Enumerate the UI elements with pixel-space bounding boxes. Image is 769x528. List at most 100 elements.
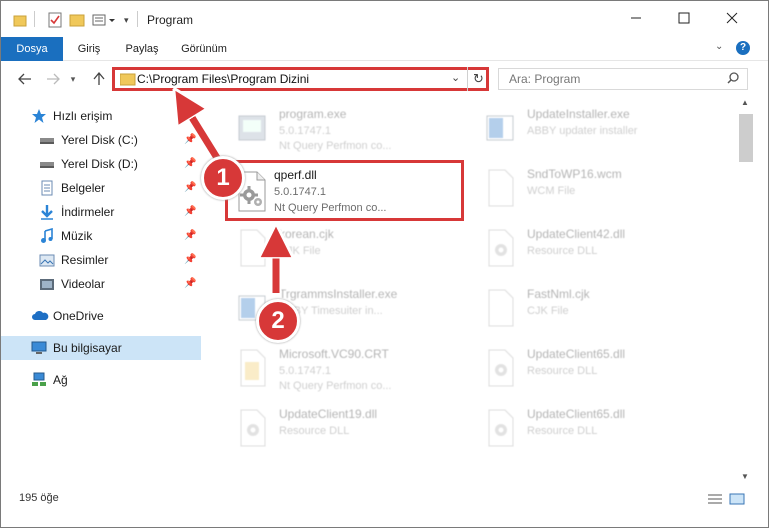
sidebar-item-videos[interactable]: Videolar 📌 xyxy=(1,272,201,296)
up-arrow-icon[interactable] xyxy=(89,69,109,89)
close-button[interactable] xyxy=(709,1,755,35)
file-name: FastNml.cjk xyxy=(527,287,590,301)
expand-ribbon-icon[interactable]: ⌄ xyxy=(715,41,723,52)
file-name: qperf.dll xyxy=(274,168,317,182)
address-dropdown-icon[interactable]: ⌄ xyxy=(451,71,460,84)
sidebar-item-quick-access[interactable]: Hızlı erişim xyxy=(1,104,201,128)
sidebar-item-label: İndirmeler xyxy=(61,205,115,219)
sidebar-item-pictures[interactable]: Resimler 📌 xyxy=(1,248,201,272)
sidebar-item-onedrive[interactable]: OneDrive xyxy=(1,304,201,328)
file-version: 5.0.1747.1 xyxy=(279,365,331,377)
folder-icon[interactable] xyxy=(13,11,27,29)
sidebar-item-label: OneDrive xyxy=(53,309,104,323)
file-item[interactable]: Microsoft.VC90.CRT 5.0.1747.1 Nt Query P… xyxy=(213,340,453,400)
exe-icon xyxy=(483,108,517,148)
sidebar-item-label: Resimler xyxy=(61,253,109,267)
sidebar-item-label: Belgeler xyxy=(61,181,106,195)
file-icon xyxy=(235,228,269,268)
pin-icon: 📌 xyxy=(184,182,197,193)
file-name: UpdateClient42.dll xyxy=(527,227,626,241)
scroll-down-icon[interactable]: ▼ xyxy=(741,472,749,481)
sidebar-item-music[interactable]: Müzik 📌 xyxy=(1,224,201,248)
file-item[interactable]: UpdateClient42.dll Resource DLL xyxy=(461,220,701,280)
file-item[interactable]: TrgrammsInstaller.exe ABBY Timesuiter in… xyxy=(213,280,453,340)
properties-icon[interactable] xyxy=(47,11,63,29)
exe-icon xyxy=(235,108,269,148)
refresh-icon[interactable]: ↻ xyxy=(467,67,489,91)
scrollbar-thumb[interactable] xyxy=(739,114,753,162)
music-icon xyxy=(39,227,55,244)
sidebar-item-local-disk-c[interactable]: Yerel Disk (C:) 📌 xyxy=(1,128,201,152)
help-icon[interactable]: ? xyxy=(736,41,750,55)
sidebar-item-downloads[interactable]: İndirmeler 📌 xyxy=(1,200,201,224)
forward-arrow-icon[interactable] xyxy=(43,69,63,89)
sidebar-item-label: Yerel Disk (C:) xyxy=(61,133,138,147)
file-item[interactable]: SndToWP16.wcm WCM File xyxy=(461,160,701,220)
pin-icon: 📌 xyxy=(184,206,197,217)
scroll-up-icon[interactable]: ▲ xyxy=(741,98,749,107)
file-item[interactable]: UpdateClient65.dll Resource DLL xyxy=(461,400,701,460)
dll-gear-icon xyxy=(235,408,269,448)
file-item-qperf-dll[interactable]: qperf.dll 5.0.1747.1 Nt Query Perfmon co… xyxy=(225,160,464,221)
sidebar-item-documents[interactable]: Belgeler 📌 xyxy=(1,176,201,200)
file-name: program.exe xyxy=(279,107,347,121)
vertical-scrollbar[interactable]: ▲ ▼ xyxy=(738,96,754,486)
folder-icon xyxy=(119,73,136,86)
back-arrow-icon[interactable] xyxy=(15,69,35,89)
customize-quick-access-icon[interactable] xyxy=(91,11,121,29)
file-description: Resource DLL xyxy=(527,245,598,257)
address-bar-row: ▾ C:\Program Files\Program Dizini ⌄ ↻ Ar… xyxy=(1,63,768,95)
file-item[interactable]: korean.cjk CJK File xyxy=(213,220,453,280)
file-name: UpdateClient65.dll xyxy=(527,347,626,361)
file-description: ABBY updater installer xyxy=(527,125,638,137)
tab-file[interactable]: Dosya xyxy=(1,37,63,61)
file-name: UpdateClient19.dll xyxy=(279,407,378,421)
tab-home[interactable]: Giriş xyxy=(69,37,109,61)
tiles-view-icon[interactable] xyxy=(729,493,745,508)
status-bar: 195 öğe xyxy=(1,489,768,509)
minimize-button[interactable] xyxy=(613,1,659,35)
details-view-icon[interactable] xyxy=(707,493,723,508)
dll-gear-icon xyxy=(483,228,517,268)
file-name: TrgrammsInstaller.exe xyxy=(279,287,398,301)
recent-locations-icon[interactable]: ▾ xyxy=(63,69,83,89)
tab-view[interactable]: Görünüm xyxy=(173,37,235,61)
file-item[interactable]: UpdateClient19.dll Resource DLL xyxy=(213,400,453,460)
file-description: WCM File xyxy=(527,185,576,197)
file-version: 5.0.1747.1 xyxy=(274,186,326,198)
sidebar-item-label: Müzik xyxy=(61,229,93,243)
window-title: Program xyxy=(147,13,194,27)
file-name: UpdateInstaller.exe xyxy=(527,107,630,121)
annotation-badge-1: 1 xyxy=(201,156,245,200)
new-folder-icon[interactable] xyxy=(69,11,85,29)
cloud-icon xyxy=(31,308,49,324)
star-icon xyxy=(31,108,47,124)
file-item[interactable]: UpdateClient65.dll Resource DLL xyxy=(461,340,701,400)
pin-icon: 📌 xyxy=(184,158,197,169)
drive-icon xyxy=(39,156,55,172)
tab-share[interactable]: Paylaş xyxy=(117,37,167,61)
sidebar-item-network[interactable]: Ağ xyxy=(1,368,201,392)
search-box[interactable]: Ara: Program xyxy=(498,68,748,90)
file-item[interactable]: FastNml.cjk CJK File xyxy=(461,280,701,340)
file-description: Nt Query Perfmon co... xyxy=(279,140,392,152)
documents-icon xyxy=(39,180,55,196)
file-description: Resource DLL xyxy=(527,425,598,437)
file-name: UpdateClient65.dll xyxy=(527,407,626,421)
navigation-pane: Hızlı erişim Yerel Disk (C:) 📌 Yerel Dis… xyxy=(1,96,201,486)
address-field[interactable]: C:\Program Files\Program Dizini ⌄ ↻ xyxy=(112,67,489,91)
file-version: 5.0.1747.1 xyxy=(279,125,331,137)
ribbon-tabs: Dosya Giriş Paylaş Görünüm ⌄ ? xyxy=(1,37,768,61)
sidebar-item-local-disk-d[interactable]: Yerel Disk (D:) 📌 xyxy=(1,152,201,176)
sidebar-item-label: Bu bilgisayar xyxy=(53,341,122,355)
file-icon xyxy=(483,168,517,208)
chevron-down-icon[interactable]: ▾ xyxy=(124,15,129,26)
sidebar-item-this-pc[interactable]: Bu bilgisayar xyxy=(1,336,201,360)
file-item[interactable]: UpdateInstaller.exe ABBY updater install… xyxy=(461,100,701,160)
explorer-window: ▾ Program Dosya Giriş Paylaş Görünüm ⌄ ?… xyxy=(0,0,769,528)
file-item[interactable]: program.exe 5.0.1747.1 Nt Query Perfmon … xyxy=(213,100,453,160)
annotation-badge-2: 2 xyxy=(256,299,300,343)
maximize-button[interactable] xyxy=(661,1,707,35)
pictures-icon xyxy=(39,252,55,268)
file-name: korean.cjk xyxy=(279,227,334,241)
